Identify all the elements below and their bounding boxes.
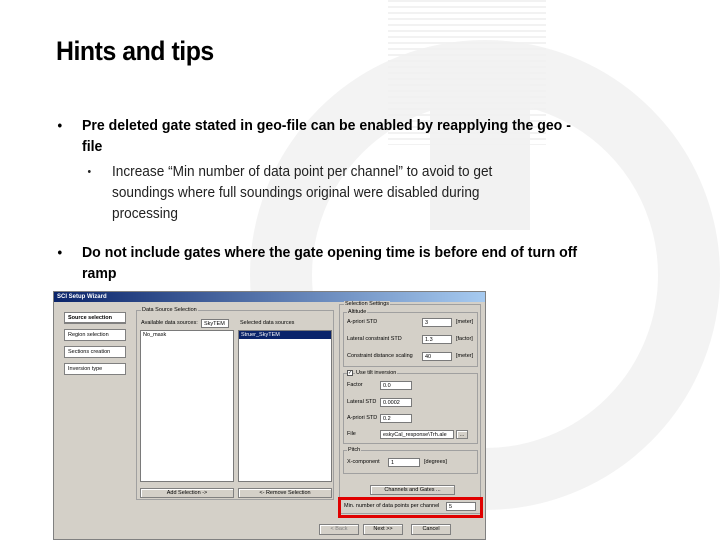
available-label: Available data sources: bbox=[141, 320, 198, 326]
add-selection-button[interactable]: Add Selection -> bbox=[140, 488, 234, 498]
bullet-2: • Do not include gates where the gate op… bbox=[58, 242, 590, 284]
bullet-marker: • bbox=[57, 244, 63, 260]
altitude-row-label: Constraint distance scaling bbox=[347, 353, 413, 359]
selected-list[interactable]: Struer_SkyTEM bbox=[238, 330, 332, 482]
group-label: Selection Settings bbox=[344, 301, 391, 308]
highlight-box bbox=[338, 497, 483, 518]
step-inversion-type[interactable]: Inversion type bbox=[64, 363, 126, 375]
tilt-checkbox[interactable]: ✓ bbox=[347, 370, 353, 376]
unit-label: [meter] bbox=[456, 319, 474, 325]
wizard-screenshot: SCI Setup Wizard Source selection Region… bbox=[53, 291, 486, 540]
next-button[interactable]: Next >> bbox=[363, 524, 403, 535]
altitude-apriori-input[interactable]: 3 bbox=[422, 318, 452, 327]
altitude-lateral-input[interactable]: 1.3 bbox=[422, 335, 452, 344]
source-type-select[interactable]: SkyTEM bbox=[201, 319, 229, 328]
group-label: Altitude bbox=[347, 309, 368, 316]
slide-title: Hints and tips bbox=[56, 36, 214, 66]
pitch-group: Pitch X-component 1 [degrees] bbox=[343, 447, 478, 474]
tilt-apriori-input[interactable]: 0.2 bbox=[380, 414, 412, 423]
step-source-selection[interactable]: Source selection bbox=[64, 312, 126, 324]
group-label: Use tilt inversion bbox=[355, 370, 398, 377]
bullet-text: Do not include gates where the gate open… bbox=[82, 244, 578, 282]
bullet-marker: • bbox=[87, 166, 92, 178]
bullet-1: • Pre deleted gate stated in geo-file ca… bbox=[58, 115, 590, 157]
bullet-text: Increase “Min number of data point per c… bbox=[112, 164, 493, 222]
step-region-selection[interactable]: Region selection bbox=[64, 329, 126, 341]
channels-gates-button[interactable]: Channels and Gates ... bbox=[370, 485, 455, 495]
tilt-row-label: Lateral STD bbox=[347, 399, 377, 405]
remove-selection-button[interactable]: <- Remove Selection bbox=[238, 488, 332, 498]
step-sections-creation[interactable]: Sections creation bbox=[64, 346, 126, 358]
data-source-group: Data Source Selection Available data sou… bbox=[136, 307, 334, 500]
bullet-text: Pre deleted gate stated in geo-file can … bbox=[82, 117, 571, 155]
altitude-row-label: Lateral constraint STD bbox=[347, 336, 402, 342]
tilt-lateral-input[interactable]: 0.0002 bbox=[380, 398, 412, 407]
pitch-select[interactable]: 1 bbox=[388, 458, 420, 467]
selection-settings-group: Selection Settings Altitude A-priori STD… bbox=[339, 301, 481, 514]
altitude-distance-input[interactable]: 40 bbox=[422, 352, 452, 361]
altitude-group: Altitude A-priori STD 3 [meter] Lateral … bbox=[343, 309, 478, 367]
browse-button[interactable]: ... bbox=[456, 430, 468, 439]
list-item[interactable]: No_mask bbox=[141, 331, 233, 339]
tilt-row-label: A-priori STD bbox=[347, 415, 378, 421]
unit-label: [factor] bbox=[456, 336, 473, 342]
group-label: Data Source Selection bbox=[141, 307, 198, 314]
wizard-steps: Source selection Region selection Sectio… bbox=[64, 312, 126, 380]
group-label: Pitch bbox=[347, 447, 362, 454]
altitude-row-label: A-priori STD bbox=[347, 319, 378, 325]
file-label: File bbox=[347, 431, 356, 437]
sub-bullet-1: • Increase “Min number of data point per… bbox=[88, 162, 530, 225]
pitch-row-label: X-component bbox=[347, 459, 380, 465]
cancel-button[interactable]: Cancel bbox=[411, 524, 451, 535]
back-button[interactable]: < Back bbox=[319, 524, 359, 535]
unit-label: [meter] bbox=[456, 353, 474, 359]
available-list[interactable]: No_mask bbox=[140, 330, 234, 482]
list-item[interactable]: Struer_SkyTEM bbox=[239, 331, 331, 339]
selected-label: Selected data sources bbox=[240, 320, 295, 326]
file-path-input[interactable]: eskyCal_response\Trh.ale bbox=[380, 430, 454, 439]
tilt-row-label: Factor bbox=[347, 382, 363, 388]
tilt-factor-input[interactable]: 0.0 bbox=[380, 381, 412, 390]
wizard-title: SCI Setup Wizard bbox=[54, 292, 485, 302]
unit-label: [degrees] bbox=[424, 459, 447, 465]
tilt-group: ✓ Use tilt inversion Factor 0.0 Lateral … bbox=[343, 370, 478, 444]
bullet-marker: • bbox=[57, 117, 63, 133]
